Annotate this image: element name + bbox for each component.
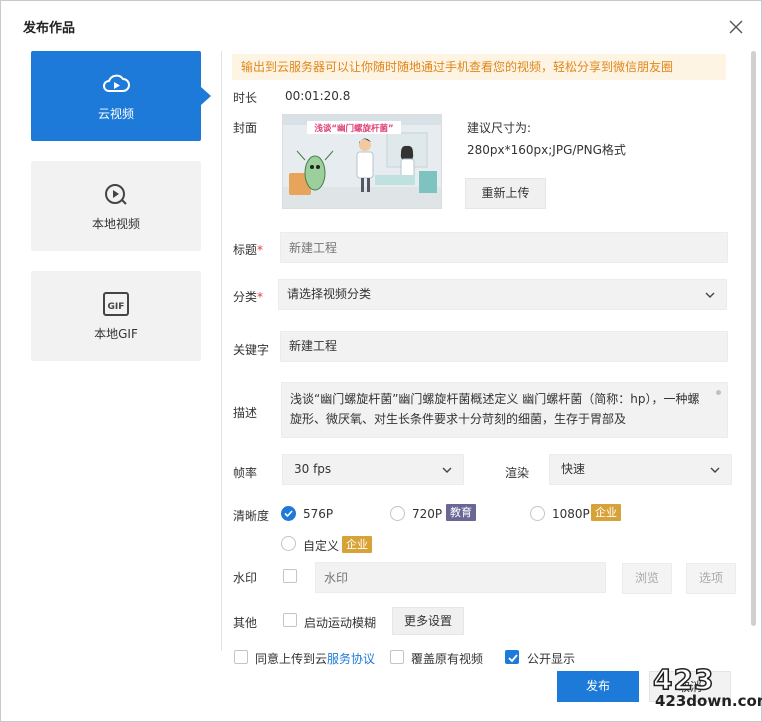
resolution-576p-label: 576P [303, 507, 334, 521]
category-select[interactable]: 请选择视频分类 [278, 279, 727, 310]
svg-text:GIF: GIF [108, 302, 125, 312]
sidebar-item-label: 本地视频 [91, 217, 140, 231]
check-icon [284, 510, 293, 518]
site-watermark-logo: 423 423down.com [649, 662, 762, 711]
local-video-icon [101, 179, 131, 209]
resolution-1080p-label: 1080P [552, 507, 590, 521]
vertical-scrollbar[interactable] [751, 51, 756, 626]
cover-hint-line2: 280px*160px;JPG/PNG格式 [467, 143, 626, 157]
agree-checkbox[interactable] [234, 650, 248, 664]
more-settings-button[interactable]: 更多设置 [392, 607, 464, 635]
resolution-720p-label: 720P [412, 507, 443, 521]
cover-label: 封面 [233, 121, 258, 135]
cover-hint-line1: 建议尺寸为: [467, 121, 532, 135]
reupload-button[interactable]: 重新上传 [465, 178, 546, 209]
publish-button[interactable]: 发布 [557, 671, 639, 702]
edu-badge: 教育 [446, 504, 476, 521]
close-icon[interactable] [724, 15, 748, 39]
cloud-notice: 输出到云服务器可以让你随时随地通过手机查看您的视频，轻松分享到微信朋友圈 [232, 54, 726, 80]
framerate-value: 30 fps [294, 462, 332, 476]
browse-button[interactable]: 浏览 [622, 563, 672, 594]
textarea-scrollbar[interactable] [716, 390, 721, 395]
cover-title-text: 浅谈“幽门螺旋杆菌” [314, 123, 393, 134]
overwrite-label: 覆盖原有视频 [411, 652, 484, 666]
motion-blur-label: 启动运动模糊 [304, 616, 377, 630]
agree-label: 同意上传到云服务协议 [255, 652, 376, 666]
keywords-label: 关键字 [233, 343, 270, 357]
sidebar-item-local-gif[interactable]: GIF 本地GIF [31, 271, 201, 361]
resolution-576p-radio[interactable] [281, 506, 296, 521]
sidebar-item-label: 本地GIF [94, 327, 138, 341]
category-label: 分类* [233, 290, 264, 304]
overwrite-checkbox[interactable] [390, 650, 404, 664]
resolution-label: 清晰度 [233, 509, 270, 523]
other-label: 其他 [233, 616, 258, 630]
title-input[interactable] [280, 232, 728, 263]
chevron-down-icon [705, 292, 715, 298]
resolution-720p-radio[interactable] [390, 506, 405, 521]
public-checkbox[interactable] [505, 650, 519, 664]
watermark-checkbox[interactable] [283, 569, 297, 583]
cloud-video-icon [101, 69, 131, 99]
title-label: 标题* [233, 243, 264, 257]
description-label: 描述 [233, 406, 258, 420]
gif-icon: GIF [101, 289, 131, 319]
chevron-down-icon [442, 467, 452, 473]
enterprise-badge: 企业 [591, 504, 621, 521]
service-agreement-link[interactable]: 服务协议 [327, 652, 375, 666]
resolution-custom-radio[interactable] [281, 536, 296, 551]
description-text: 浅谈“幽门螺旋杆菌”幽门螺旋杆菌概述定义 幽门螺杆菌（简称：hp），一种螺旋形、… [290, 392, 700, 426]
render-select[interactable]: 快速 [549, 454, 732, 485]
sidebar-item-cloud-video[interactable]: 云视频 [31, 51, 211, 141]
chevron-down-icon [710, 467, 720, 473]
watermark-label: 水印 [233, 571, 258, 585]
sidebar-divider [221, 51, 222, 651]
resolution-1080p-radio[interactable] [530, 506, 545, 521]
category-value: 请选择视频分类 [287, 287, 372, 301]
framerate-select[interactable]: 30 fps [282, 454, 464, 485]
duration-label: 时长 [233, 91, 258, 105]
motion-blur-checkbox[interactable] [283, 613, 297, 627]
publish-dialog: 发布作品 云视频 本地视频 GIF 本地GIF 输出到云服务器可以让你随时随地通… [0, 0, 762, 722]
dialog-title: 发布作品 [23, 21, 76, 36]
cover-thumbnail[interactable]: 浅谈“幽门螺旋杆菌” [282, 114, 442, 209]
framerate-label: 帧率 [233, 466, 258, 480]
sidebar-item-local-video[interactable]: 本地视频 [31, 161, 201, 251]
keywords-input[interactable]: 新建工程 [280, 331, 728, 362]
resolution-custom-label: 自定义 [303, 539, 340, 553]
watermark-site: 423down.com [655, 692, 762, 710]
description-textarea[interactable]: 浅谈“幽门螺旋杆菌”幽门螺旋杆菌概述定义 幽门螺杆菌（简称：hp），一种螺旋形、… [281, 382, 728, 438]
duration-value: 00:01:20.8 [285, 89, 351, 103]
watermark-input[interactable] [315, 562, 606, 593]
enterprise-badge: 企业 [342, 536, 372, 553]
watermark-options-button[interactable]: 选项 [686, 563, 736, 594]
check-icon [508, 654, 518, 663]
sidebar-item-label: 云视频 [97, 107, 134, 121]
render-value: 快速 [561, 462, 586, 476]
public-label: 公开显示 [527, 652, 576, 666]
render-label: 渲染 [505, 466, 530, 480]
